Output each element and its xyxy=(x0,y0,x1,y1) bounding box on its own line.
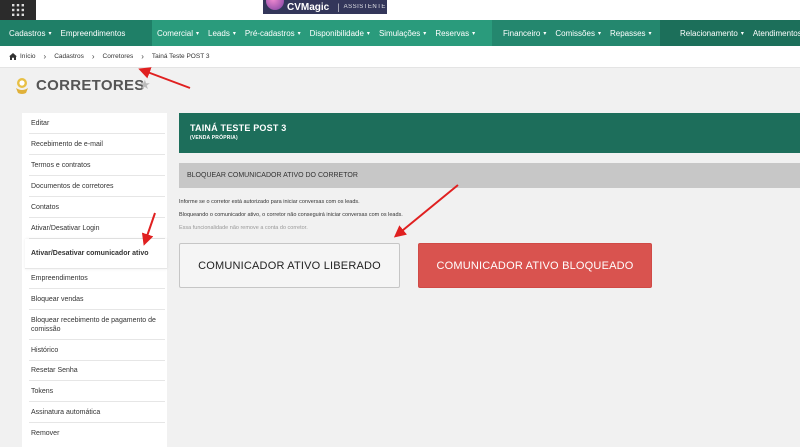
sidebar-item-bloquear-comissao[interactable]: Bloquear recebimento de pagamento de com… xyxy=(29,310,165,340)
nav-item-label: Pré-cadastros xyxy=(244,28,295,38)
nav-item-label: Comissões xyxy=(555,28,595,38)
chevron-down-icon: ▾ xyxy=(48,30,52,37)
chevron-down-icon: ▾ xyxy=(597,30,601,37)
broker-badge-icon xyxy=(16,78,28,94)
breadcrumb-cadastros[interactable]: Cadastros xyxy=(54,53,84,60)
home-icon xyxy=(9,53,17,60)
broker-type: (VENDA PRÓPRIA) xyxy=(190,135,238,141)
sidebar-item-editar[interactable]: Editar xyxy=(29,113,165,134)
top-bar: CVMagic | ASSISTENTE xyxy=(0,0,800,20)
nav-item-label: Repasses xyxy=(609,28,646,38)
sidebar-item-bloquear-vendas[interactable]: Bloquear vendas xyxy=(29,289,165,310)
sidebar-item-remover[interactable]: Remover xyxy=(29,423,165,444)
nav-item-label: Leads xyxy=(208,28,230,38)
main-nav: Cadastros ▾ Empreendimentos Comercial ▾ Le… xyxy=(0,20,800,46)
sidebar-item-historico[interactable]: Histórico xyxy=(29,340,165,361)
breadcrumb-home[interactable]: Início xyxy=(9,53,36,60)
nav-item-leads[interactable]: Leads ▾ xyxy=(208,29,236,38)
nav-item-relacionamento[interactable]: Relacionamento ▾ xyxy=(680,29,744,38)
nav-item-reservas[interactable]: Reservas ▾ xyxy=(435,29,475,38)
breadcrumb-label: Início xyxy=(20,53,36,60)
chevron-down-icon: ▾ xyxy=(648,30,652,37)
nav-item-atendimentos[interactable]: Atendimentos▾ xyxy=(753,29,800,38)
chevron-right-icon: › xyxy=(43,52,47,61)
breadcrumb-corretores[interactable]: Corretores xyxy=(103,53,134,60)
breadcrumb-current: Tainá Teste POST 3 xyxy=(151,53,210,60)
nav-item-label: Disponibilidade xyxy=(309,28,364,38)
page-header: CORRETORES ★ xyxy=(0,68,800,106)
cvmagic-logo-icon xyxy=(266,0,284,10)
nav-item-label: Comercial xyxy=(157,28,194,38)
chevron-down-icon: ▾ xyxy=(366,30,370,37)
cvmagic-subtitle: ASSISTENTE xyxy=(343,4,386,10)
nav-item-label: Empreendimentos xyxy=(60,28,126,38)
sidebar-item-empreendimentos[interactable]: Empreendimentos xyxy=(29,269,165,289)
nav-item-cadastros[interactable]: Cadastros ▾ xyxy=(9,29,51,38)
nav-item-repasses[interactable]: Repasses ▾ xyxy=(610,29,652,38)
page-title: CORRETORES xyxy=(36,77,145,94)
nav-item-label: Simulações xyxy=(378,28,421,38)
sidebar-item-recebimento-email[interactable]: Recebimento de e-mail xyxy=(29,134,165,155)
chevron-right-icon: › xyxy=(91,52,95,61)
nav-item-comercial[interactable]: Comercial ▾ xyxy=(157,29,199,38)
cvmagic-assistant-button[interactable]: CVMagic | ASSISTENTE xyxy=(263,0,387,14)
nav-item-label: Reservas xyxy=(435,28,470,38)
sidebar-item-documentos[interactable]: Documentos de corretores xyxy=(29,176,165,197)
chevron-down-icon: ▾ xyxy=(740,30,744,37)
nav-group-3: Financeiro ▾ Comissões ▾ Repasses ▾ xyxy=(492,20,660,46)
section-title: BLOQUEAR COMUNICADOR ATIVO DO CORRETOR xyxy=(179,163,800,188)
comunicador-liberado-button[interactable]: COMUNICADOR ATIVO LIBERADO xyxy=(179,243,400,288)
nav-item-simulacoes[interactable]: Simulações ▾ xyxy=(379,29,426,38)
sidebar-item-assinatura[interactable]: Assinatura automática xyxy=(29,402,165,423)
chevron-right-icon: › xyxy=(141,52,144,61)
sidebar-item-termos-contratos[interactable]: Termos e contratos xyxy=(29,155,165,176)
sidebar-item-ativar-login[interactable]: Ativar/Desativar Login xyxy=(29,218,165,239)
nav-item-disponibilidade[interactable]: Disponibilidade ▾ xyxy=(310,29,370,38)
cvmagic-brand: CVMagic xyxy=(287,1,330,13)
app-grid-icon[interactable] xyxy=(0,0,36,20)
nav-group-2: Comercial ▾ Leads ▾ Pré-cadastros ▾ Disponi… xyxy=(152,20,492,46)
nav-item-label: Relacionamento xyxy=(680,28,738,38)
nav-group-1: Cadastros ▾ Empreendimentos xyxy=(0,20,152,46)
sidebar-item-tokens[interactable]: Tokens xyxy=(29,381,165,402)
nav-item-label: Atendimentos xyxy=(752,28,800,38)
nav-item-empreendimentos[interactable]: Empreendimentos xyxy=(60,29,125,38)
chevron-down-icon: ▾ xyxy=(232,30,236,37)
nav-item-label: Cadastros xyxy=(9,28,46,38)
nav-group-4: Relacionamento▾ Atendimentos▾ xyxy=(660,20,800,46)
nav-item-label: Financeiro xyxy=(503,28,541,38)
main-content: TAINÁ TESTE POST 3 (VENDA PRÓPRIA) BLOQU… xyxy=(179,113,800,447)
star-icon[interactable]: ★ xyxy=(139,78,151,91)
chevron-down-icon: ▾ xyxy=(472,30,476,37)
sidebar-item-resetar-senha[interactable]: Resetar Senha xyxy=(29,361,165,381)
chevron-down-icon: ▾ xyxy=(543,30,547,37)
nav-item-financeiro[interactable]: Financeiro ▾ xyxy=(503,29,546,38)
info-text-1: Informe se o corretor está autorizado pa… xyxy=(179,199,360,205)
broker-name: TAINÁ TESTE POST 3 xyxy=(190,123,287,133)
comunicador-bloqueado-button[interactable]: COMUNICADOR ATIVO BLOQUEADO xyxy=(418,243,652,288)
app-window: CVMagic | ASSISTENTE Cadastros ▾ Empreend… xyxy=(0,0,800,447)
sidebar-item-contatos[interactable]: Contatos xyxy=(29,197,165,218)
info-text-3: Essa funcionalidade não remove a conta d… xyxy=(179,225,308,231)
nav-item-pre-cadastros[interactable]: Pré-cadastros ▾ xyxy=(245,29,301,38)
breadcrumb: Início › Cadastros › Corretores › Tainá … xyxy=(0,46,800,68)
chevron-down-icon: ▾ xyxy=(423,30,427,37)
broker-header-card: TAINÁ TESTE POST 3 (VENDA PRÓPRIA) xyxy=(179,113,800,153)
sidebar-item-comunicador-ativo[interactable]: Ativar/Desativar comunicador ativo xyxy=(25,239,167,269)
nav-item-comissoes[interactable]: Comissões ▾ xyxy=(555,29,601,38)
chevron-down-icon: ▾ xyxy=(196,30,200,37)
brand-separator: | xyxy=(337,2,340,12)
info-text-2: Bloqueando o comunicador ativo, o corret… xyxy=(179,212,403,218)
chevron-down-icon: ▾ xyxy=(297,30,301,37)
sidebar-menu: Editar Recebimento de e-mail Termos e co… xyxy=(22,113,167,447)
